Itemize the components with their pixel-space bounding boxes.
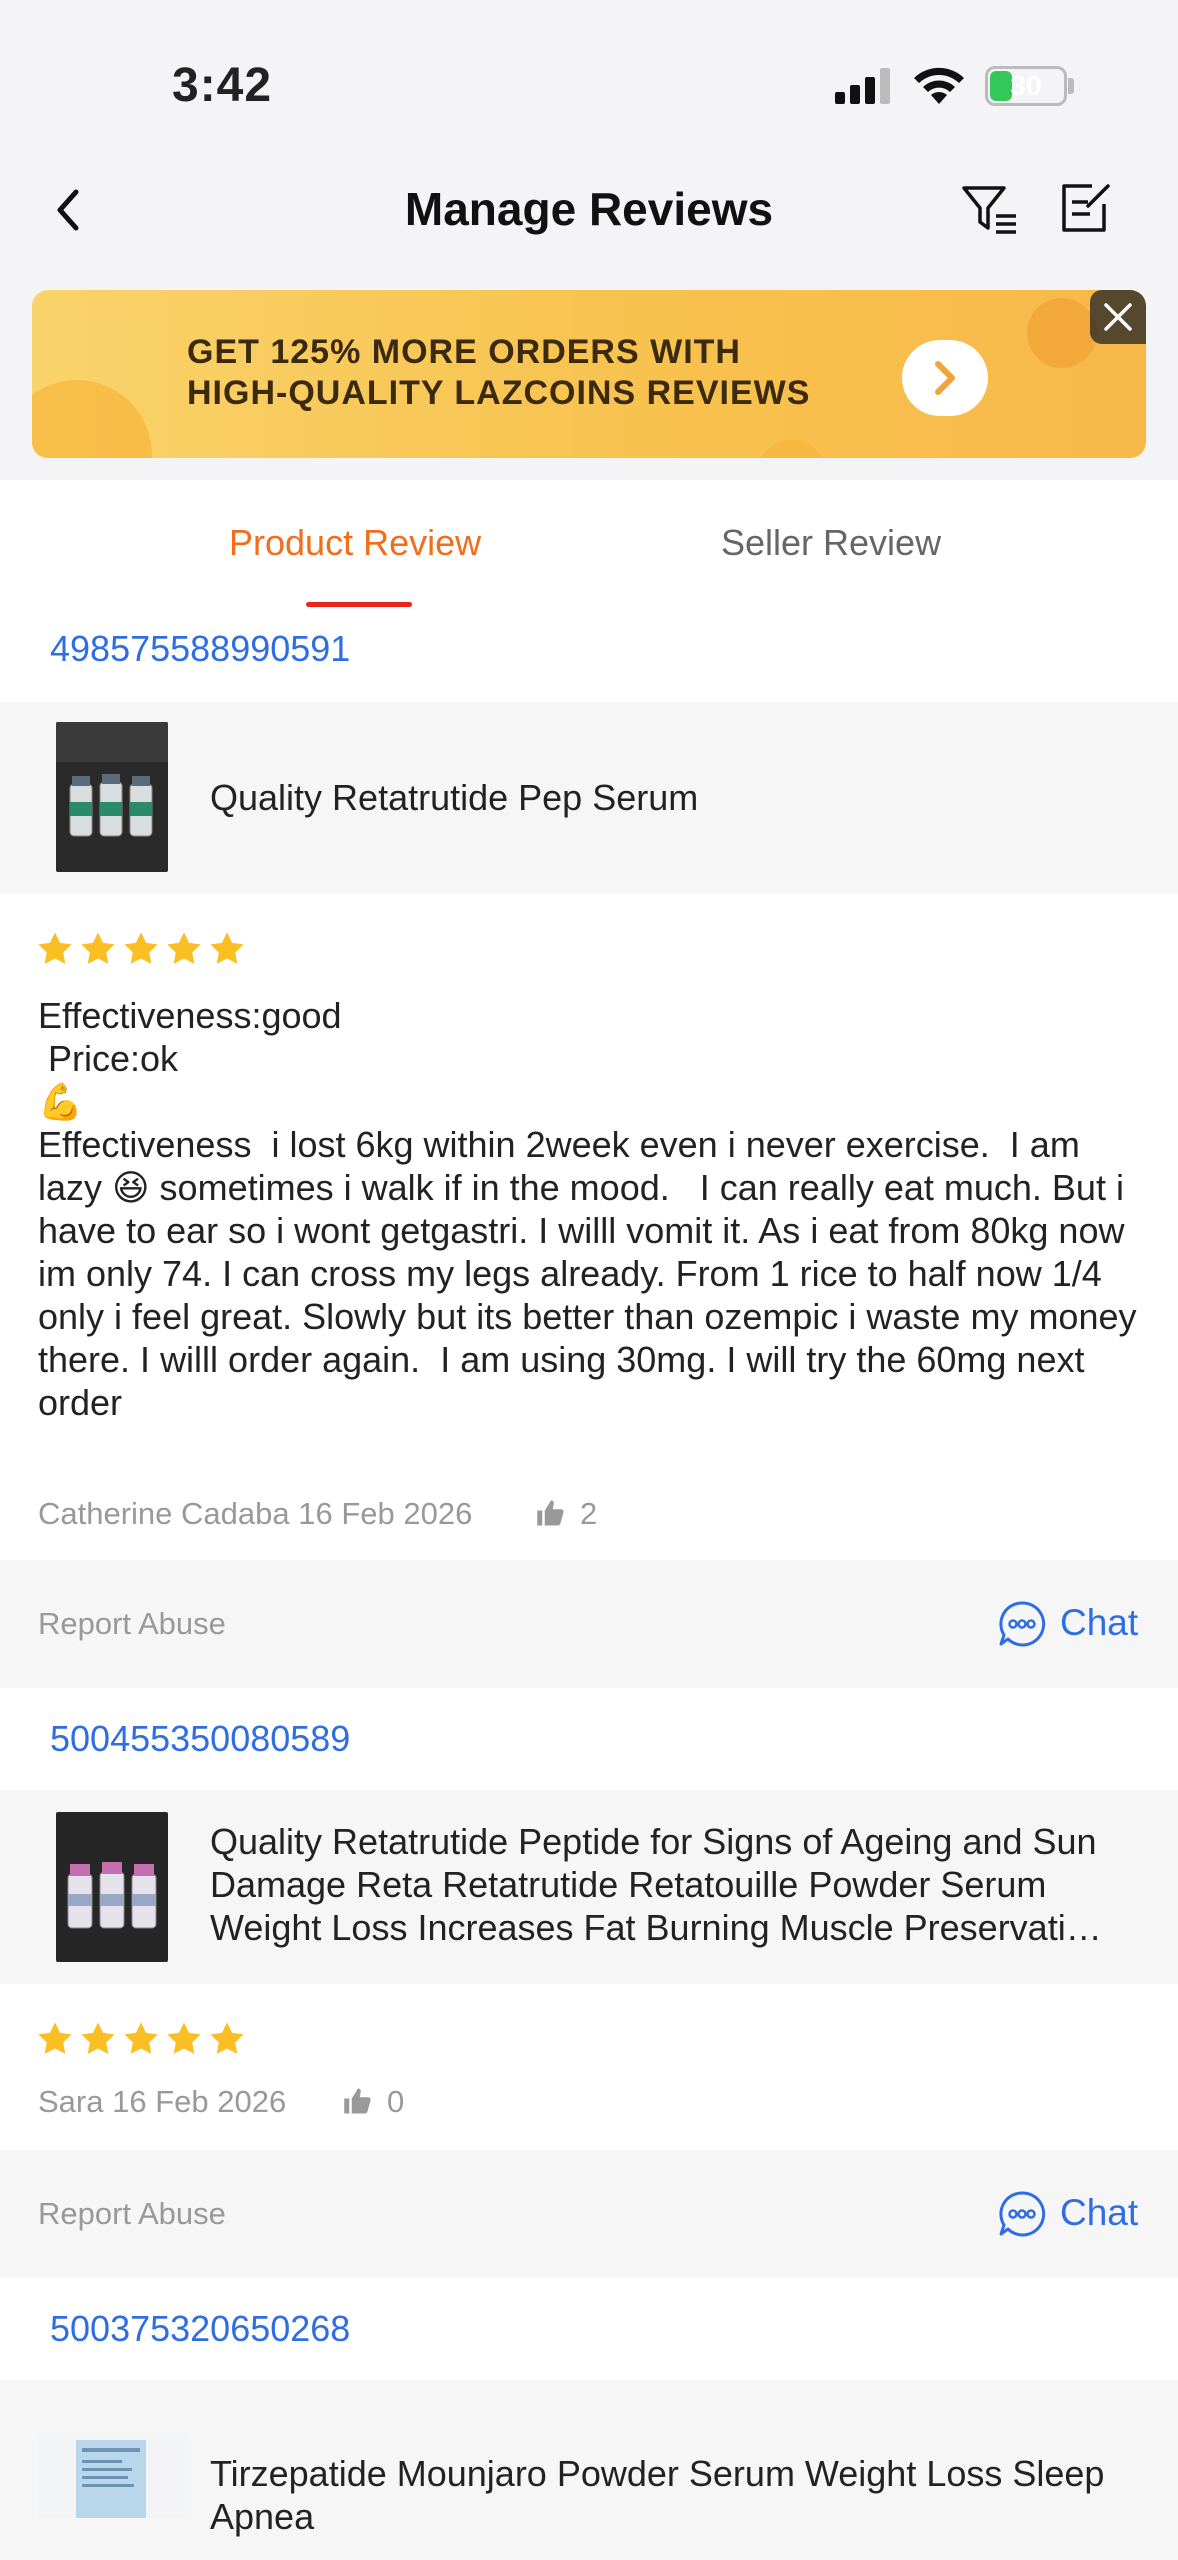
order-id[interactable]: 500455350080589 bbox=[50, 1718, 350, 1760]
promo-banner-area: GET 125% MORE ORDERS WITH HIGH-QUALITY L… bbox=[0, 280, 1178, 480]
star-icon bbox=[81, 2022, 115, 2054]
star-icon bbox=[81, 932, 115, 964]
star-icon bbox=[210, 932, 244, 964]
product-image bbox=[56, 722, 168, 872]
banner-line-2: HIGH-QUALITY LAZCOINS REVIEWS bbox=[187, 374, 811, 412]
thumbs-up-icon bbox=[537, 1500, 564, 1526]
reviewer-and-date: Catherine Cadaba 16 Feb 2026 bbox=[38, 1496, 473, 1531]
product-name: Quality Retatrutide Peptide for Signs of… bbox=[210, 1821, 1102, 1948]
star-rating bbox=[36, 930, 251, 970]
star-rating bbox=[36, 2020, 251, 2060]
filter-icon[interactable] bbox=[960, 180, 1020, 240]
order-id[interactable]: 500375320650268 bbox=[50, 2308, 350, 2350]
review-text: Effectiveness:good Price:ok 💪 Effectiven… bbox=[38, 995, 1137, 1423]
order-id[interactable]: 498575588990591 bbox=[50, 628, 350, 670]
report-abuse-link[interactable]: Report Abuse bbox=[38, 1606, 226, 1642]
chat-label: Chat bbox=[1060, 1602, 1139, 1643]
wifi-icon bbox=[914, 67, 964, 104]
edit-note-icon[interactable] bbox=[1058, 180, 1114, 236]
status-bar: 3:42 30 bbox=[0, 0, 1178, 150]
star-icon bbox=[210, 2022, 244, 2054]
coin-decoration bbox=[32, 380, 152, 458]
product-image bbox=[38, 2436, 188, 2518]
battery-percent: 30 bbox=[1010, 70, 1042, 101]
battery-icon: 30 bbox=[985, 66, 1067, 106]
like-count-value: 2 bbox=[580, 1496, 598, 1531]
thumbs-up-icon bbox=[344, 2088, 371, 2114]
product-row[interactable]: Quality Retatrutide Pep Serum bbox=[0, 702, 1178, 894]
product-name: Tirzepatide Mounjaro Powder Serum Weight… bbox=[210, 2453, 1105, 2537]
star-icon bbox=[124, 932, 158, 964]
banner-arrow-button[interactable] bbox=[902, 340, 988, 416]
like-count[interactable]: 0 bbox=[343, 2084, 404, 2120]
chevron-right-icon bbox=[935, 361, 955, 395]
like-count[interactable]: 2 bbox=[536, 1496, 597, 1532]
lazcoins-promo-banner[interactable]: GET 125% MORE ORDERS WITH HIGH-QUALITY L… bbox=[32, 290, 1146, 458]
star-icon bbox=[167, 932, 201, 964]
like-count-value: 0 bbox=[387, 2084, 405, 2119]
star-icon bbox=[38, 932, 72, 964]
star-icon bbox=[124, 2022, 158, 2054]
star-icon bbox=[38, 2022, 72, 2054]
banner-line-1: GET 125% MORE ORDERS WITH bbox=[187, 333, 741, 371]
product-image bbox=[56, 1812, 168, 1962]
cellular-signal-icon bbox=[835, 68, 890, 104]
chat-label: Chat bbox=[1060, 2192, 1139, 2233]
review-actions: Report Abuse Chat bbox=[0, 1560, 1178, 1688]
chat-bubble-icon bbox=[999, 2191, 1046, 2237]
chat-bubble-icon bbox=[999, 1601, 1046, 1647]
tab-seller-review[interactable]: Seller Review bbox=[721, 522, 941, 564]
close-icon[interactable] bbox=[1090, 290, 1146, 344]
product-row[interactable]: Tirzepatide Mounjaro Powder Serum Weight… bbox=[0, 2380, 1178, 2560]
tab-product-review[interactable]: Product Review bbox=[229, 522, 481, 564]
nav-header: Manage Reviews bbox=[0, 150, 1178, 280]
review-actions: Report Abuse Chat bbox=[0, 2150, 1178, 2278]
reviewer-and-date: Sara 16 Feb 2026 bbox=[38, 2084, 287, 2119]
battery-tip bbox=[1068, 78, 1074, 94]
active-tab-indicator bbox=[306, 602, 412, 607]
coin-decoration bbox=[757, 440, 827, 458]
star-icon bbox=[167, 2022, 201, 2054]
coin-decoration bbox=[1027, 298, 1097, 368]
status-time: 3:42 bbox=[172, 59, 273, 112]
banner-text: GET 125% MORE ORDERS WITH HIGH-QUALITY L… bbox=[187, 332, 810, 414]
product-name: Quality Retatrutide Pep Serum bbox=[210, 777, 699, 818]
review-tabs: Product Review Seller Review bbox=[0, 480, 1178, 610]
product-row[interactable]: Quality Retatrutide Peptide for Signs of… bbox=[0, 1790, 1178, 1984]
report-abuse-link[interactable]: Report Abuse bbox=[38, 2196, 226, 2232]
